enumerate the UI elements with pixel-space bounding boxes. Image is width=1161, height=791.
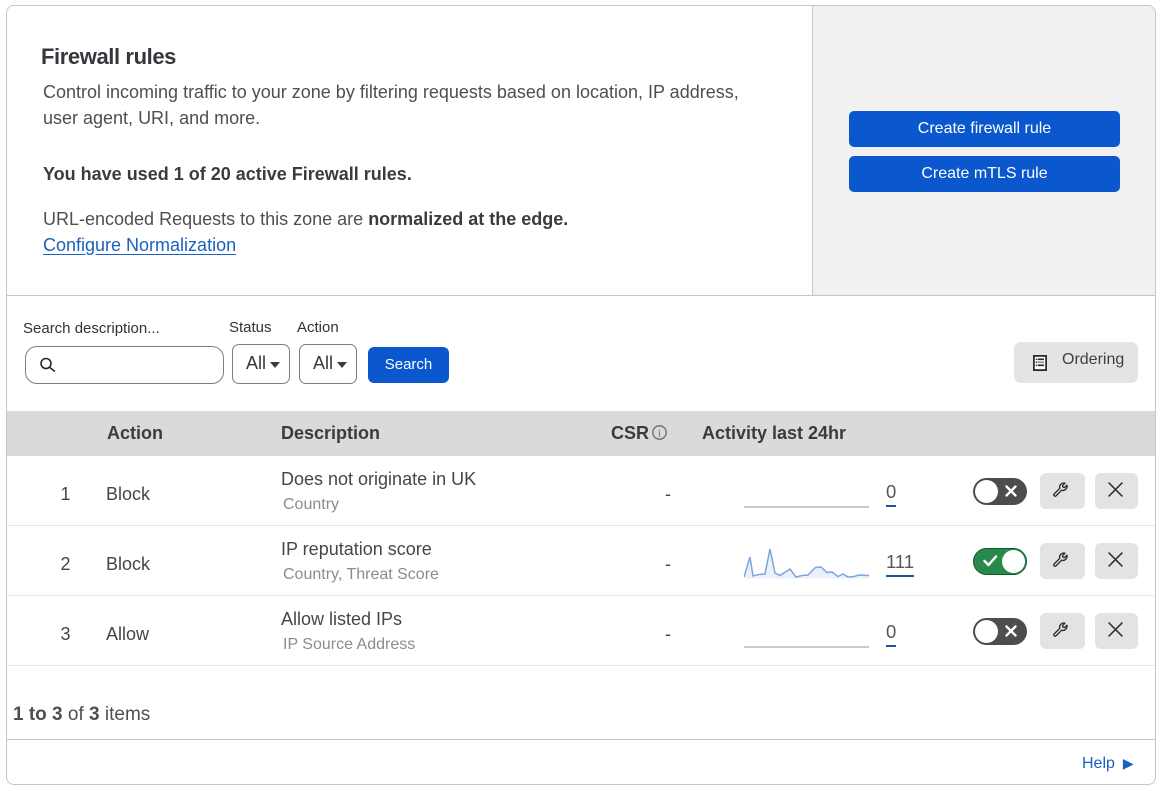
svg-text:i: i xyxy=(658,428,661,439)
